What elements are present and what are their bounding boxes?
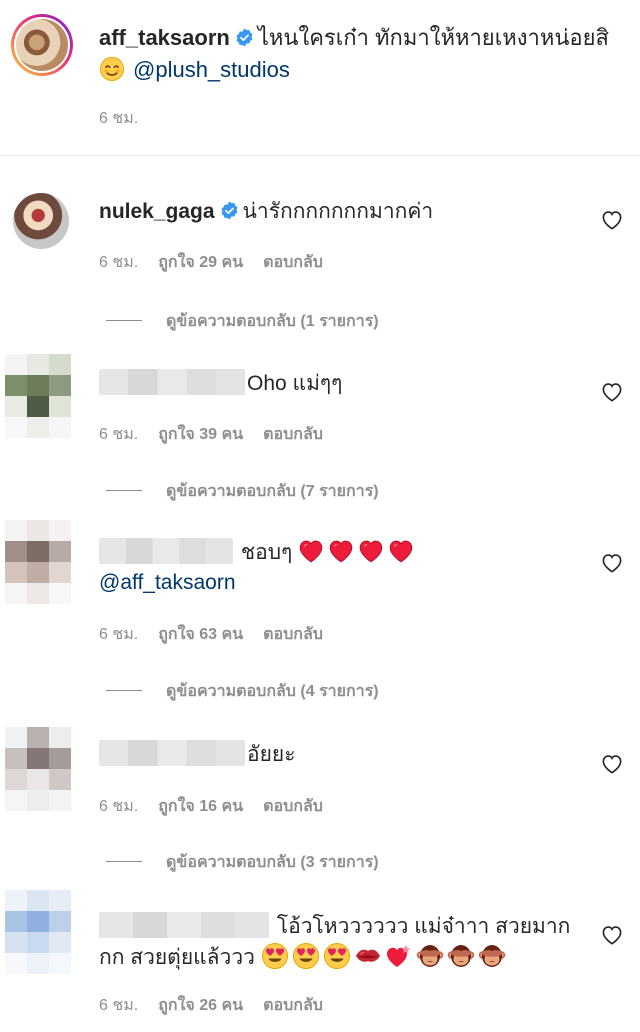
see-no-evil-monkey-emoji	[478, 942, 506, 970]
view-replies-button[interactable]: ดูข้อความตอบกลับ (7 รายการ)	[106, 479, 379, 504]
author-avatar[interactable]	[11, 14, 73, 76]
comment-text: อัยยะ	[247, 743, 296, 766]
red-heart-emoji	[298, 539, 324, 563]
replies-divider	[106, 690, 142, 691]
like-heart-icon[interactable]	[601, 754, 623, 774]
like-heart-icon[interactable]	[601, 553, 623, 573]
comment-meta: 6 ชม. ถูกใจ 29 คน ตอบกลับ	[99, 250, 343, 275]
reply-button[interactable]: ตอบกลับ	[263, 426, 323, 443]
view-replies-button[interactable]: ดูข้อความตอบกลับ (3 รายการ)	[106, 850, 379, 875]
view-replies-label: ดูข้อความตอบกลับ (4 รายการ)	[166, 683, 379, 700]
comment-meta: 6 ชม. ถูกใจ 16 คน ตอบกลับ	[99, 794, 343, 819]
comment-likes[interactable]: ถูกใจ 29 คน	[158, 254, 243, 271]
comment-likes[interactable]: ถูกใจ 16 คน	[158, 798, 243, 815]
comment-likes[interactable]: ถูกใจ 26 คน	[158, 997, 243, 1014]
reply-button[interactable]: ตอบกลับ	[263, 254, 323, 271]
comment-timestamp[interactable]: 6 ชม.	[99, 426, 138, 443]
red-heart-emoji	[328, 539, 354, 563]
verified-badge-icon	[220, 201, 239, 220]
comment-text: Oho แม่ๆๆ	[247, 372, 343, 395]
reply-button[interactable]: ตอบกลับ	[263, 798, 323, 815]
red-heart-emoji	[358, 539, 384, 563]
comment-timestamp[interactable]: 6 ชม.	[99, 626, 138, 643]
like-heart-icon[interactable]	[601, 925, 623, 945]
comment-username[interactable]	[99, 538, 233, 564]
see-no-evil-monkey-emoji	[447, 942, 475, 970]
view-replies-label: ดูข้อความตอบกลับ (7 รายการ)	[166, 483, 379, 500]
heart-eyes-emoji	[323, 942, 351, 970]
comment-text-continued: กก สวยตุ่ยแล้ววว	[99, 946, 255, 969]
comment-timestamp[interactable]: 6 ชม.	[99, 798, 138, 815]
heart-eyes-emoji	[292, 942, 320, 970]
like-heart-icon[interactable]	[601, 210, 623, 230]
replies-divider	[106, 861, 142, 862]
comment-meta: 6 ชม. ถูกใจ 63 คน ตอบกลับ	[99, 622, 343, 647]
commenter-avatar[interactable]	[13, 193, 69, 249]
comment-text-block: อัยยะ	[99, 740, 579, 770]
view-replies-label: ดูข้อความตอบกลับ (3 รายการ)	[166, 854, 379, 871]
view-replies-label: ดูข้อความตอบกลับ (1 รายการ)	[166, 313, 379, 330]
replies-divider	[106, 490, 142, 491]
comment-likes[interactable]: ถูกใจ 63 คน	[158, 626, 243, 643]
comment-text: น่ารักกกกกกกมากค่า	[242, 200, 434, 223]
reply-button[interactable]: ตอบกลับ	[263, 997, 323, 1014]
caption-mention[interactable]: @plush_studios	[133, 57, 290, 82]
comment-text-block: โอ้วโหวววววว แม่จ๋าาา สวยมาก กก สวยตุ่ยแ…	[99, 912, 579, 973]
caption-text: ไหนใครเก๋า ทักมาให้หายเหงาหน่อยสิ	[257, 25, 609, 50]
commenter-avatar[interactable]	[5, 890, 71, 974]
comment-text: โอ้วโหวววววว แม่จ๋าาา สวยมาก	[276, 915, 571, 938]
comment-timestamp[interactable]: 6 ชม.	[99, 254, 138, 271]
kiss-mark-emoji	[354, 942, 382, 970]
comment-text-block: nulek_gaga น่ารักกกกกกกมากค่า	[99, 197, 579, 227]
comment-meta: 6 ชม. ถูกใจ 26 คน ตอบกลับ	[99, 993, 343, 1018]
comment-mention[interactable]: @aff_taksaorn	[99, 571, 236, 594]
view-replies-button[interactable]: ดูข้อความตอบกลับ (1 รายการ)	[106, 309, 379, 334]
reply-button[interactable]: ตอบกลับ	[263, 626, 323, 643]
sparkling-heart-emoji	[385, 942, 413, 970]
replies-divider	[106, 320, 142, 321]
verified-badge-icon	[235, 28, 254, 47]
comment-timestamp[interactable]: 6 ชม.	[99, 997, 138, 1014]
caption-text-block: aff_taksaorn ไหนใครเก๋า ทักมาให้หายเหงาหน…	[99, 22, 629, 86]
post-caption: aff_taksaorn ไหนใครเก๋า ทักมาให้หายเหงาหน…	[0, 0, 640, 156]
comment-text: ชอบๆ	[240, 541, 293, 564]
comment-text-block: Oho แม่ๆๆ	[99, 369, 579, 399]
comment-text-block: ชอบๆ @aff_taksaorn	[99, 538, 579, 598]
red-heart-emoji	[388, 539, 414, 563]
comment-username[interactable]	[99, 740, 245, 766]
commenter-avatar[interactable]	[5, 727, 71, 811]
caption-username[interactable]: aff_taksaorn	[99, 25, 230, 50]
comment-username[interactable]	[99, 369, 245, 395]
smiling-face-emoji	[99, 56, 125, 82]
heart-eyes-emoji	[261, 942, 289, 970]
comment-meta: 6 ชม. ถูกใจ 39 คน ตอบกลับ	[99, 422, 343, 447]
caption-timestamp[interactable]: 6 ชม.	[99, 106, 138, 131]
see-no-evil-monkey-emoji	[416, 942, 444, 970]
commenter-avatar[interactable]	[5, 354, 71, 438]
view-replies-button[interactable]: ดูข้อความตอบกลับ (4 รายการ)	[106, 679, 379, 704]
commenter-avatar[interactable]	[5, 520, 71, 604]
comment-likes[interactable]: ถูกใจ 39 คน	[158, 426, 243, 443]
comment-username[interactable]	[99, 912, 269, 938]
like-heart-icon[interactable]	[601, 382, 623, 402]
comment-username[interactable]: nulek_gaga	[99, 200, 215, 223]
